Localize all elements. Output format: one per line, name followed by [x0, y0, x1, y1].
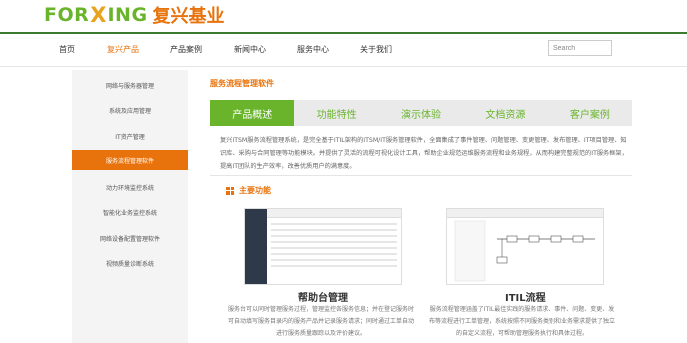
- nav-item-service[interactable]: 服务中心: [297, 44, 329, 55]
- tab-features[interactable]: 功能特性: [294, 100, 378, 126]
- screenshot-row: [271, 265, 397, 267]
- product-tabs: 产品概述 功能特性 演示体验 文档资源 客户案例: [210, 100, 632, 126]
- grid-icon: [226, 186, 234, 195]
- logo-text-for: FOR: [44, 4, 90, 26]
- site-header: FOR X ING 复兴基业: [0, 0, 687, 32]
- nav-item-products[interactable]: 复兴产品: [107, 44, 139, 55]
- search-input[interactable]: [548, 40, 612, 56]
- product-intro: 复兴ITSM服务流程管理系统，是完全基于ITIL架构的ITSM/IT服务管理软件…: [220, 137, 628, 170]
- feature-heading-label: 主要功能: [239, 186, 271, 195]
- logo-x-mark: X: [90, 3, 107, 27]
- tab-docs[interactable]: 文档资源: [463, 100, 547, 126]
- sidebar-item-smart-monitor[interactable]: 智能化业务监控系统: [72, 202, 188, 222]
- sidebar-item-power-env[interactable]: 动力环境监控系统: [72, 177, 188, 197]
- nav-item-cases[interactable]: 产品案例: [170, 44, 202, 55]
- page-title: 服务流程管理软件: [210, 79, 274, 88]
- screenshot-row: [271, 223, 397, 225]
- logo-text-ing: ING: [107, 4, 148, 26]
- sidebar: 网络与服务器管理 系统及应用管理 IT资产管理 服务流程管理软件 动力环境监控系…: [72, 70, 188, 343]
- feature-desc-itil: 服务流程管理涵盖了ITIL最佳实践的服务请求、事件、问题、变更、发布等流程进行工…: [428, 306, 615, 337]
- feature-heading: 主要功能: [226, 185, 271, 196]
- screenshot-row: [271, 253, 397, 255]
- tab-cases[interactable]: 客户案例: [548, 100, 632, 126]
- flow-diagram: [454, 220, 595, 282]
- sidebar-item-config-mgmt[interactable]: 网络设备配置管理软件: [72, 228, 188, 248]
- nav-item-about[interactable]: 关于我们: [360, 44, 392, 55]
- screenshot-row: [271, 259, 397, 261]
- feature-caption-helpdesk: 帮助台管理: [298, 293, 348, 304]
- screenshot-row: [271, 241, 397, 243]
- helpdesk-screenshot: [244, 208, 402, 285]
- sidebar-item-assets[interactable]: IT资产管理: [72, 126, 188, 146]
- feature-desc-helpdesk: 服务台可以同时管理服务过程，管理监控各服务信息；并在登记服务时可自动填写服务目录…: [227, 306, 414, 337]
- screenshot-row: [271, 247, 397, 249]
- tab-overview[interactable]: 产品概述: [210, 100, 295, 126]
- section-divider: [210, 175, 632, 176]
- feature-caption-itil: ITIL流程: [505, 293, 546, 304]
- screenshot-row: [271, 235, 397, 237]
- tab-demo[interactable]: 演示体验: [379, 100, 463, 126]
- sidebar-item-service-flow[interactable]: 服务流程管理软件: [72, 150, 188, 170]
- logo-text-cn: 复兴基业: [152, 6, 225, 27]
- sidebar-item-system[interactable]: 系统及应用管理: [72, 100, 188, 120]
- screenshot-toolbar: [267, 209, 401, 218]
- sidebar-item-network[interactable]: 网络与服务器管理: [72, 75, 188, 95]
- screenshot-sidebar: [245, 209, 267, 284]
- brand-logo[interactable]: FOR X ING 复兴基业: [44, 3, 225, 27]
- itil-flow-screenshot: [446, 208, 604, 285]
- nav-item-home[interactable]: 首页: [59, 44, 75, 55]
- nav-item-news[interactable]: 新闻中心: [234, 44, 266, 55]
- sidebar-item-video-quality[interactable]: 视频质量诊断系统: [72, 253, 188, 273]
- screenshot-row: [271, 229, 397, 231]
